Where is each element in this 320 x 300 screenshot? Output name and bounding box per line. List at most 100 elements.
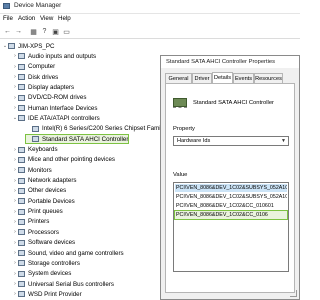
tree-item-label: Display adapters: [28, 83, 75, 91]
tree-item-storage-controllers[interactable]: › Storage controllers: [12, 259, 80, 267]
device-category-icon: [18, 239, 25, 246]
tree-item-label: IDE ATA/ATAPI controllers: [28, 114, 100, 122]
tree-item-label: Software devices: [28, 239, 76, 247]
device-category-icon: [18, 177, 25, 184]
menu-help[interactable]: Help: [58, 15, 71, 22]
tree-item-mice-and-other-pointing-devices[interactable]: › Mice and other pointing devices: [12, 156, 115, 164]
device-category-icon: [8, 43, 15, 49]
device-category-icon: [18, 146, 25, 153]
back-icon[interactable]: ←: [3, 27, 12, 36]
device-category-icon: [18, 208, 25, 215]
help-icon[interactable]: ?: [40, 27, 49, 36]
tree-item-label: Processors: [28, 228, 59, 236]
controller-icon: [173, 98, 187, 107]
tree-item-label: Storage controllers: [28, 259, 80, 267]
value-label: Value: [173, 172, 188, 178]
tree-item-system-devices[interactable]: › System devices: [12, 270, 71, 278]
device-category-icon: [18, 281, 25, 288]
tab-general[interactable]: General: [165, 73, 192, 83]
tree-item-disk-drives[interactable]: › Disk drives: [12, 73, 58, 81]
tree-item-software-devices[interactable]: › Software devices: [12, 239, 75, 247]
forward-icon[interactable]: →: [14, 27, 23, 36]
device-category-icon: [18, 270, 25, 277]
tab-driver[interactable]: Driver: [192, 73, 212, 83]
value-list-item[interactable]: PCI\VEN_8086&DEV_1C02&SUBSYS_052A1028: [175, 193, 287, 201]
menu-view[interactable]: View: [40, 15, 53, 22]
property-label: Property: [173, 126, 195, 132]
menu-action[interactable]: Action: [18, 15, 35, 22]
device-category-icon: [32, 136, 39, 143]
tree-item-label: Mice and other pointing devices: [28, 156, 116, 164]
value-list-item[interactable]: PCI\VEN_8086&DEV_1C02&CC_0106: [174, 210, 288, 220]
device-category-icon: [18, 105, 25, 112]
chevron-down-icon: ▼: [281, 138, 286, 144]
tree-item-label: Other devices: [28, 187, 67, 195]
monitor-icon[interactable]: ▭: [62, 27, 71, 36]
tree-item-label: Standard SATA AHCI Controller: [42, 135, 129, 143]
tab-details[interactable]: Details: [212, 72, 233, 83]
tree-item-network-adapters[interactable]: › Network adapters: [12, 177, 76, 185]
tree-item-monitors[interactable]: › Monitors: [12, 166, 52, 174]
property-select-value: Hardware Ids: [177, 138, 211, 144]
device-category-icon: [18, 94, 25, 101]
tree-item-ide-ata-atapi-controllers[interactable]: ⌄ IDE ATA/ATAPI controllers: [12, 114, 100, 122]
tree-item-audio-inputs-and-outputs[interactable]: › Audio inputs and outputs: [12, 52, 96, 60]
tree-item-label: Universal Serial Bus controllers: [28, 280, 114, 288]
tree-item-sound-video-and-game-controllers[interactable]: › Sound, video and game controllers: [12, 249, 123, 257]
window-title: Device Manager: [14, 2, 62, 9]
tree-item-wsd-print-provider[interactable]: › WSD Print Provider: [12, 290, 82, 298]
tree-item-processors[interactable]: › Processors: [12, 228, 59, 236]
controller-pins: [173, 107, 187, 110]
value-list-item[interactable]: PCI\VEN_8086&DEV_1C02&CC_010601: [175, 202, 287, 210]
tree-item-human-interface-devices[interactable]: › Human Interface Devices: [12, 104, 97, 112]
resize-grip-icon[interactable]: [290, 290, 297, 297]
tree-item-print-queues[interactable]: › Print queues: [12, 208, 63, 216]
device-category-icon: [18, 156, 25, 163]
menu-bar: File Action View Help: [0, 14, 300, 24]
device-category-icon: [18, 218, 25, 225]
scan-icon[interactable]: ▣: [51, 27, 60, 36]
tree-item-label: Human Interface Devices: [28, 104, 98, 112]
menu-file[interactable]: File: [3, 15, 13, 22]
tree-item-label: Disk drives: [28, 73, 59, 81]
value-list-item[interactable]: PCI\VEN_8086&DEV_1C02&SUBSYS_052A1028&RE…: [175, 184, 287, 192]
properties-icon[interactable]: ▦: [29, 27, 38, 36]
details-panel: Standard SATA AHCI Controller Property H…: [165, 83, 295, 293]
toolbar: ← → ▦? ▣ ▭: [0, 25, 300, 39]
dialog-title-bar: Standard SATA AHCI Controller Properties: [161, 56, 299, 68]
dialog-title: Standard SATA AHCI Controller Properties: [166, 59, 276, 65]
tab-resources[interactable]: Resources: [254, 73, 283, 83]
device-category-icon: [18, 53, 25, 60]
tree-item-label: Monitors: [28, 166, 52, 174]
tree-item-label: Intel(R) 6 Series/C200 Series Chipset Fa…: [42, 125, 166, 133]
tree-item-universal-serial-bus-controllers[interactable]: › Universal Serial Bus controllers: [12, 280, 114, 288]
device-category-icon: [32, 125, 39, 132]
tree-item-label: Keyboards: [28, 146, 58, 153]
tree-item-intel-r-6-series-c200-series-chipset-family[interactable]: Intel(R) 6 Series/C200 Series Chipset Fa…: [26, 125, 165, 133]
tree-item-display-adapters[interactable]: › Display adapters: [12, 83, 74, 91]
device-category-icon: [18, 291, 25, 298]
tree-item-label: DVD/CD-ROM drives: [28, 94, 87, 102]
tree-item-other-devices[interactable]: › Other devices: [12, 187, 66, 195]
device-category-icon: [18, 115, 25, 122]
tab-events[interactable]: Events: [233, 73, 254, 83]
device-category-icon: [18, 198, 25, 205]
tree-item-standard-sata-ahci-controller[interactable]: Standard SATA AHCI Controller: [24, 134, 130, 145]
property-select[interactable]: Hardware Ids ▼: [173, 136, 289, 146]
device-manager-window: Device Manager File Action View Help ← → ▦…: [0, 0, 300, 300]
tree-item-portable-devices[interactable]: › Portable Devices: [12, 197, 75, 205]
device-category-icon: [18, 63, 25, 70]
tree-item-printers[interactable]: › Printers: [12, 218, 49, 226]
value-list[interactable]: PCI\VEN_8086&DEV_1C02&SUBSYS_052A1028&RE…: [173, 182, 289, 272]
tree-item-label: Audio inputs and outputs: [28, 52, 97, 60]
tree-item-label: WSD Print Provider: [28, 290, 82, 298]
tree-item-label: Computer: [28, 63, 56, 71]
device-category-icon: [18, 229, 25, 236]
device-category-icon: [18, 167, 25, 174]
device-name: Standard SATA AHCI Controller: [193, 100, 274, 106]
tree-item-label: System devices: [28, 270, 72, 278]
tree-item-keyboards[interactable]: › Keyboards: [12, 146, 58, 154]
tree-item-dvd-cd-rom-drives[interactable]: › DVD/CD-ROM drives: [12, 94, 86, 102]
tree-item-computer[interactable]: › Computer: [12, 63, 55, 71]
tree-root-computer[interactable]: ⌄ JIM-XPS_PC: [2, 42, 55, 50]
